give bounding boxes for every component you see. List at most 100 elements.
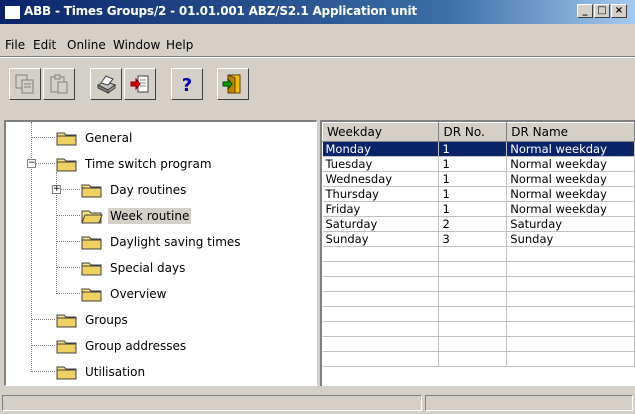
table-cell[interactable]: Tuesday (322, 156, 440, 172)
table-cell[interactable]: Wednesday (322, 171, 440, 187)
status-panel-right (425, 395, 633, 411)
table-cell[interactable]: Sunday (322, 231, 440, 247)
table-cell[interactable]: 1 (438, 171, 508, 187)
table-row[interactable]: Thursday 1 Normal weekday (322, 186, 635, 202)
exit-button[interactable] (217, 68, 249, 100)
table-row[interactable] (322, 276, 635, 292)
table-cell[interactable]: Normal weekday (506, 186, 635, 202)
tree-item-daylight-saving-times[interactable]: Daylight saving times (81, 232, 243, 252)
table-row[interactable]: Wednesday 1 Normal weekday (322, 171, 635, 187)
maximize-button[interactable]: □ (594, 4, 610, 18)
table-cell[interactable] (438, 351, 508, 367)
tree-item-day-routines[interactable]: Day routines (81, 180, 188, 200)
table-row[interactable] (322, 351, 635, 367)
table-cell[interactable] (506, 351, 635, 367)
table-cell[interactable] (438, 291, 508, 307)
table-cell[interactable]: Normal weekday (506, 156, 635, 172)
table-cell[interactable] (322, 306, 440, 322)
table-cell[interactable]: 1 (438, 201, 508, 217)
table-cell[interactable] (506, 246, 635, 262)
import-button[interactable] (124, 68, 156, 100)
table-cell[interactable]: Saturday (322, 216, 440, 232)
table-row[interactable]: Tuesday 1 Normal weekday (322, 156, 635, 172)
title-bar[interactable]: ABB - Times Groups/2 - 01.01.001 ABZ/S2.… (0, 0, 635, 24)
table-cell[interactable]: 1 (438, 186, 508, 202)
menu-file[interactable]: File (5, 38, 25, 52)
tree-item-week-routine[interactable]: Week routine (81, 206, 192, 226)
menu-help[interactable]: Help (166, 38, 193, 52)
minimize-button[interactable]: _ (577, 4, 593, 18)
table-cell[interactable] (506, 306, 635, 322)
table-row[interactable] (322, 291, 635, 307)
table-cell[interactable] (506, 261, 635, 277)
column-header-weekday[interactable]: Weekday (322, 122, 440, 142)
table-cell[interactable]: 3 (438, 231, 508, 247)
table-cell[interactable] (322, 291, 440, 307)
tree-item-group-addresses[interactable]: Group addresses (56, 336, 188, 356)
svg-text:?: ? (182, 75, 192, 95)
table-cell[interactable] (438, 321, 508, 337)
table-cell[interactable]: Normal weekday (506, 141, 635, 157)
table-cell[interactable] (506, 291, 635, 307)
table-row[interactable] (322, 261, 635, 277)
expand-toggle-day-routines[interactable]: + (52, 185, 61, 194)
table-cell[interactable] (438, 276, 508, 292)
table-cell[interactable] (438, 336, 508, 352)
app-icon (4, 5, 21, 20)
tree-item-label: Week routine (108, 208, 192, 224)
tree-item-groups[interactable]: Groups (56, 310, 130, 330)
table-cell[interactable] (322, 351, 440, 367)
table-cell[interactable] (506, 321, 635, 337)
tree-item-special-days[interactable]: Special days (81, 258, 187, 278)
table-cell[interactable]: Normal weekday (506, 201, 635, 217)
table-cell[interactable]: Monday (322, 141, 440, 157)
navigation-tree[interactable]: − + General Time switch program Day rout… (4, 120, 317, 386)
table-cell[interactable]: Saturday (506, 216, 635, 232)
menu-edit[interactable]: Edit (33, 38, 56, 52)
table-cell[interactable] (322, 246, 440, 262)
column-header-dr-name[interactable]: DR Name (506, 122, 635, 142)
table-row[interactable]: Friday 1 Normal weekday (322, 201, 635, 217)
table-cell[interactable]: Sunday (506, 231, 635, 247)
table-cell[interactable] (322, 336, 440, 352)
tree-item-general[interactable]: General (56, 128, 134, 148)
table-row[interactable]: Saturday 2 Saturday (322, 216, 635, 232)
table-cell[interactable]: Normal weekday (506, 171, 635, 187)
week-routine-table[interactable]: Weekday DR No. DR Name Monday 1 Normal wee… (320, 120, 635, 386)
tree-item-time-switch-program[interactable]: Time switch program (56, 154, 214, 174)
table-cell[interactable] (322, 276, 440, 292)
print-button[interactable] (90, 68, 122, 100)
folder-icon (81, 286, 103, 302)
tree-item-label: Day routines (110, 183, 187, 197)
table-row[interactable]: Monday 1 Normal weekday (322, 141, 635, 157)
paste-button[interactable] (43, 68, 75, 100)
table-cell[interactable] (438, 246, 508, 262)
table-cell[interactable]: 1 (438, 141, 508, 157)
tree-item-overview[interactable]: Overview (81, 284, 169, 304)
tree-item-utilisation[interactable]: Utilisation (56, 362, 147, 382)
table-row[interactable]: Sunday 3 Sunday (322, 231, 635, 247)
table-row[interactable] (322, 246, 635, 262)
table-cell[interactable] (322, 321, 440, 337)
folder-icon (81, 260, 103, 276)
table-cell[interactable] (438, 261, 508, 277)
table-cell[interactable] (506, 276, 635, 292)
menu-window[interactable]: Window (113, 38, 160, 52)
table-row[interactable] (322, 321, 635, 337)
table-row[interactable] (322, 336, 635, 352)
copy-button[interactable] (9, 68, 41, 100)
help-button[interactable]: ? (171, 68, 203, 100)
table-cell[interactable] (438, 306, 508, 322)
table-cell[interactable] (506, 336, 635, 352)
open-folder-icon (81, 208, 103, 224)
table-cell[interactable]: Thursday (322, 186, 440, 202)
table-cell[interactable]: 2 (438, 216, 508, 232)
table-row[interactable] (322, 306, 635, 322)
table-cell[interactable]: Friday (322, 201, 440, 217)
table-cell[interactable] (322, 261, 440, 277)
menu-online[interactable]: Online (67, 38, 106, 52)
close-button[interactable]: × (611, 4, 627, 18)
column-header-dr-no[interactable]: DR No. (438, 122, 508, 142)
table-cell[interactable]: 1 (438, 156, 508, 172)
collapse-toggle-time-switch-program[interactable]: − (27, 159, 36, 168)
